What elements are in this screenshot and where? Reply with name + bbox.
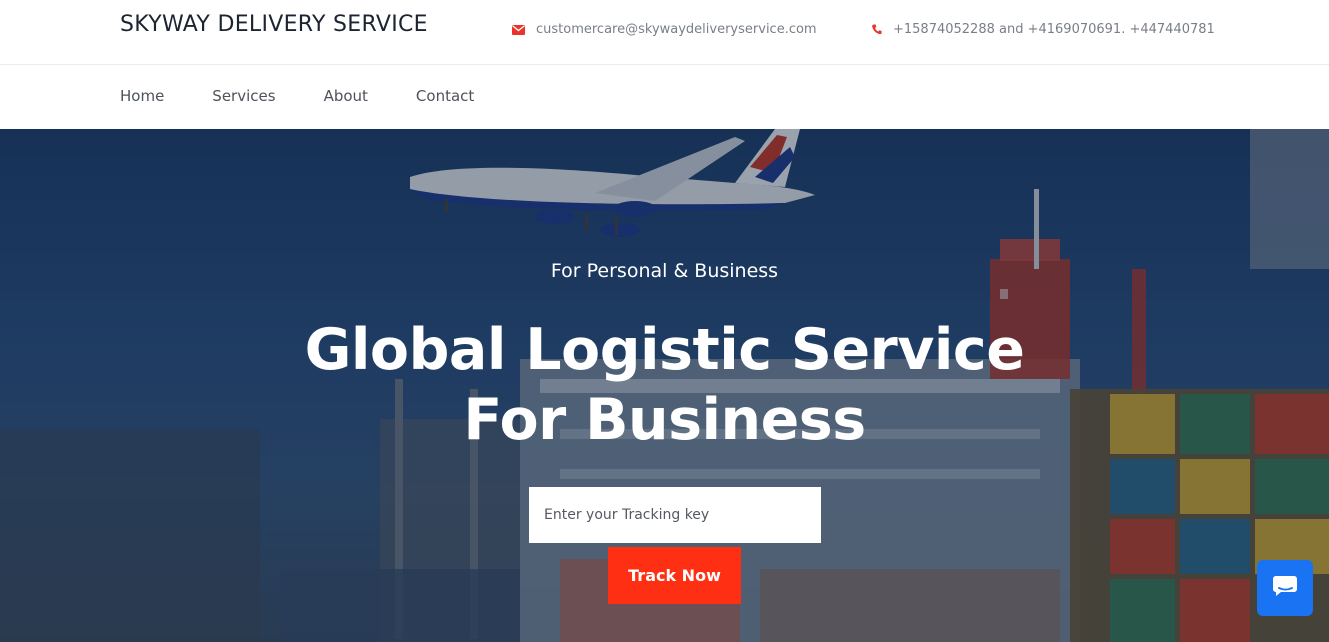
top-bar: SKYWAY DELIVERY SERVICE customercare@sky…	[0, 0, 1329, 65]
contact-phone[interactable]: +15874052288 and +4169070691. +447440781	[872, 22, 1215, 37]
contact-email-text: customercare@skywaydeliveryservice.com	[536, 22, 817, 37]
contact-phone-text: +15874052288 and +4169070691. +447440781	[893, 22, 1215, 37]
contact-email[interactable]: customercare@skywaydeliveryservice.com	[512, 22, 817, 37]
main-navbar: Home Services About Contact	[0, 65, 1329, 129]
track-now-button[interactable]: Track Now	[608, 547, 741, 604]
phone-icon	[872, 24, 882, 35]
nav-about[interactable]: About	[324, 87, 368, 105]
chat-widget-button[interactable]	[1257, 560, 1313, 616]
hero-eyebrow: For Personal & Business	[550, 260, 779, 282]
tracking-key-input[interactable]	[529, 487, 821, 543]
site-logo-text[interactable]: SKYWAY DELIVERY SERVICE	[120, 12, 428, 37]
envelope-icon	[512, 24, 525, 35]
hero-headline-line2: For Business	[463, 387, 866, 453]
chat-bubble-icon	[1271, 572, 1299, 604]
hero-headline-line1: Global Logistic Service	[304, 317, 1025, 383]
main-nav: Home Services About Contact	[120, 87, 522, 105]
nav-home[interactable]: Home	[120, 87, 164, 105]
nav-services[interactable]: Services	[212, 87, 275, 105]
hero-headline: Global Logistic Service For Business	[0, 315, 1329, 455]
hero-section: For Personal & Business Global Logistic …	[0, 129, 1329, 642]
nav-contact[interactable]: Contact	[416, 87, 474, 105]
